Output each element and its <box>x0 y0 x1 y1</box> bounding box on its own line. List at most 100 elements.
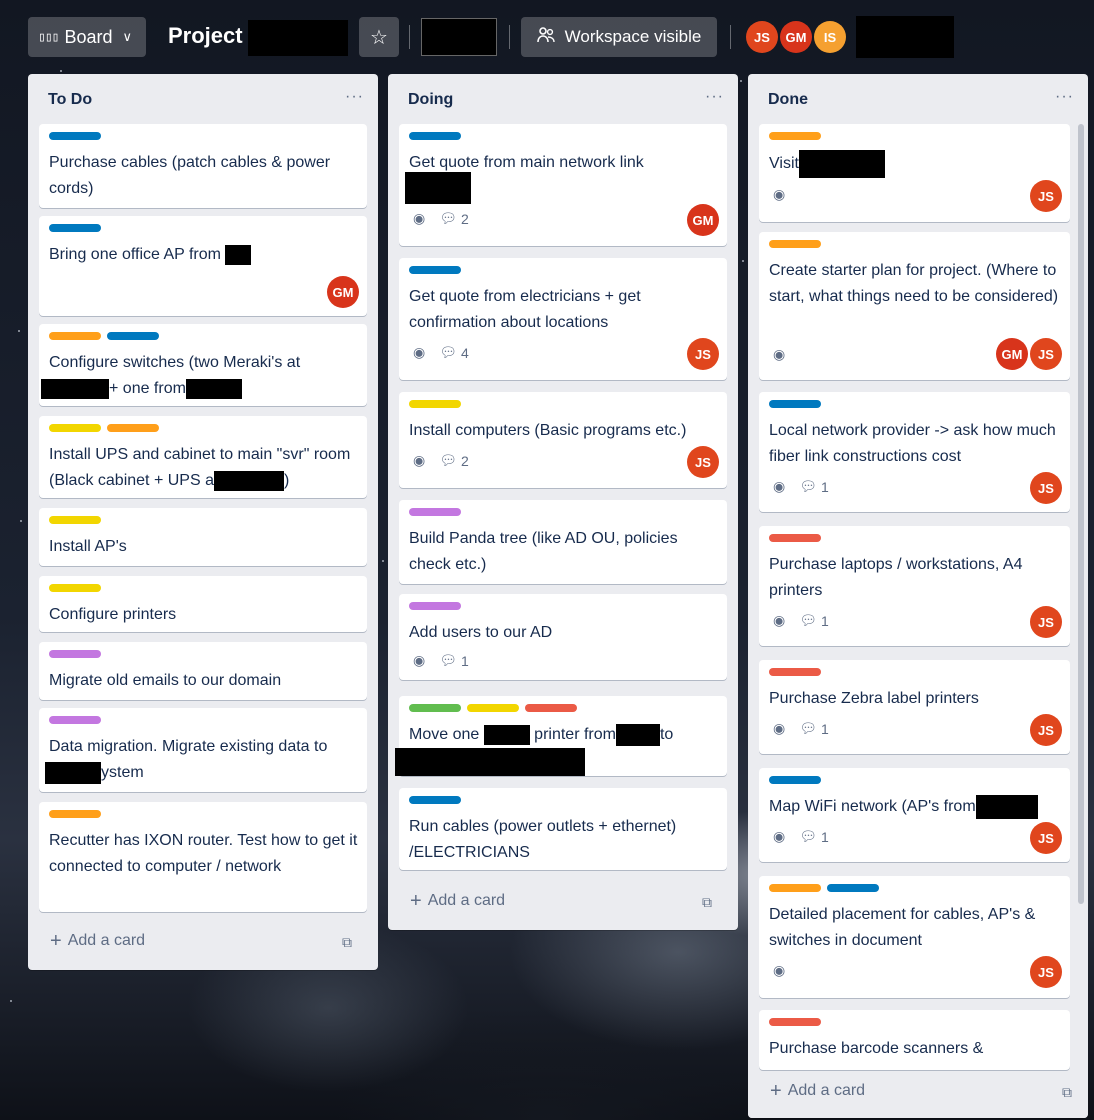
member-avatar-js[interactable]: JS <box>746 21 778 53</box>
label-yellow[interactable] <box>49 584 101 592</box>
card-template-icon[interactable]: ⧉ <box>1062 1084 1072 1101</box>
label-yellow[interactable] <box>49 516 101 524</box>
card-member-avatar[interactable]: JS <box>1030 714 1062 746</box>
label-green[interactable] <box>409 704 461 712</box>
card[interactable]: Migrate old emails to our domain <box>39 642 367 700</box>
label-orange[interactable] <box>769 132 821 140</box>
card[interactable]: Data migration. Migrate existing data to… <box>39 708 367 792</box>
card[interactable]: Install computers (Basic programs etc.) … <box>399 392 727 488</box>
card[interactable]: Map WiFi network (AP's from ◉ 💬︎ 1 JS <box>759 768 1070 862</box>
card[interactable]: Configure switches (two Meraki's at + one… <box>39 324 367 406</box>
label-purple[interactable] <box>49 650 101 658</box>
card[interactable]: Bring one office AP from GM <box>39 216 367 316</box>
card[interactable]: Detailed placement for cables, AP's & sw… <box>759 876 1070 998</box>
label-orange[interactable] <box>769 240 821 248</box>
plus-icon: + <box>770 1080 782 1102</box>
comment-badge: 💬︎ 1 <box>799 612 829 629</box>
card-member-avatar[interactable]: JS <box>1030 606 1062 638</box>
card-badges: ◉ 💬︎ 1 <box>773 720 829 737</box>
card-title-text: Install UPS and cabinet to main "svr" ro… <box>49 446 351 489</box>
add-card-button[interactable]: + Add a card <box>50 930 145 952</box>
add-card-button[interactable]: + Add a card <box>770 1080 865 1102</box>
card[interactable]: Purchase laptops / workstations, A4 prin… <box>759 526 1070 646</box>
label-purple[interactable] <box>409 508 461 516</box>
list-title[interactable]: To Do <box>48 91 92 109</box>
label-blue[interactable] <box>409 266 461 274</box>
card-member-avatar[interactable]: JS <box>1030 822 1062 854</box>
label-blue[interactable] <box>49 132 101 140</box>
card-badges: ◉ <box>773 962 785 979</box>
card-title-text: Configure switches (two Meraki's at <box>49 354 301 371</box>
comment-count: 2 <box>461 210 469 227</box>
card[interactable]: Visit ◉ JS <box>759 124 1070 222</box>
label-blue[interactable] <box>409 796 461 804</box>
watch-icon: ◉ <box>773 962 786 978</box>
star-board-button[interactable]: ☆ <box>359 17 399 57</box>
list-menu-icon[interactable]: ··· <box>345 88 364 106</box>
label-blue[interactable] <box>769 400 821 408</box>
card-member-avatar[interactable]: GM <box>687 204 719 236</box>
list-title[interactable]: Done <box>768 91 808 109</box>
workspace-visibility-button[interactable]: Workspace visible <box>521 17 717 57</box>
label-blue[interactable] <box>107 332 159 340</box>
card[interactable]: Get quote from electricians + get confir… <box>399 258 727 380</box>
label-yellow[interactable] <box>467 704 519 712</box>
list-menu-icon[interactable]: ··· <box>1055 88 1074 106</box>
card-member-avatar[interactable]: JS <box>1030 956 1062 988</box>
redacted-workspace-name[interactable] <box>421 18 497 56</box>
label-purple[interactable] <box>49 716 101 724</box>
label-orange[interactable] <box>769 884 821 892</box>
label-red[interactable] <box>769 534 821 542</box>
card-template-icon[interactable]: ⧉ <box>342 934 352 951</box>
card[interactable]: Move one printer from to <box>395 696 727 776</box>
label-purple[interactable] <box>409 602 461 610</box>
member-avatar-gm[interactable]: GM <box>780 21 812 53</box>
card[interactable]: Purchase Zebra label printers ◉ 💬︎ 1 JS <box>759 660 1070 754</box>
card[interactable]: Purchase barcode scanners & <box>759 1010 1070 1070</box>
card[interactable]: Get quote from main network link ◉ 💬︎ 2 G… <box>399 124 727 246</box>
label-blue[interactable] <box>409 132 461 140</box>
card[interactable]: Build Panda tree (like AD OU, policies c… <box>399 500 727 584</box>
list-menu-icon[interactable]: ··· <box>705 88 724 106</box>
label-blue[interactable] <box>769 776 821 784</box>
label-red[interactable] <box>769 668 821 676</box>
label-orange[interactable] <box>49 810 101 818</box>
board-view-switcher[interactable]: ▯▯▯ Board ∨ <box>28 17 146 57</box>
card-template-icon[interactable]: ⧉ <box>702 894 712 911</box>
workspace-visible-label: Workspace visible <box>564 27 702 46</box>
label-orange[interactable] <box>107 424 159 432</box>
label-yellow[interactable] <box>49 424 101 432</box>
card[interactable]: Configure printers <box>39 576 367 632</box>
card[interactable]: Local network provider -> ask how much f… <box>759 392 1070 512</box>
card[interactable]: Install UPS and cabinet to main "svr" ro… <box>39 416 367 498</box>
card-member-avatar[interactable]: JS <box>687 446 719 478</box>
list-header: To Do ··· <box>28 74 378 122</box>
redaction <box>798 150 885 178</box>
list-scrollbar[interactable] <box>1078 124 1084 904</box>
card[interactable]: Recutter has IXON router. Test how to ge… <box>39 802 367 912</box>
plus-icon: + <box>50 930 62 952</box>
add-card-button[interactable]: + Add a card <box>410 891 505 911</box>
card[interactable]: Purchase cables (patch cables & power co… <box>39 124 367 208</box>
card-member-avatar[interactable]: JS <box>687 338 719 370</box>
card[interactable]: Install AP's <box>39 508 367 566</box>
redaction <box>45 761 101 784</box>
board-title[interactable]: Project <box>168 23 243 49</box>
label-red[interactable] <box>525 704 577 712</box>
card-member-avatar[interactable]: GM <box>996 338 1028 370</box>
card-member-avatar[interactable]: JS <box>1030 338 1062 370</box>
label-orange[interactable] <box>49 332 101 340</box>
card[interactable]: Add users to our AD ◉ 💬︎ 1 <box>399 594 727 680</box>
card-member-avatar[interactable]: GM <box>327 276 359 308</box>
card[interactable]: Run cables (power outlets + ethernet) /E… <box>399 788 727 870</box>
card-member-avatar[interactable]: JS <box>1030 180 1062 212</box>
label-yellow[interactable] <box>409 400 461 408</box>
label-blue[interactable] <box>49 224 101 232</box>
list-title[interactable]: Doing <box>408 91 453 109</box>
label-blue[interactable] <box>827 884 879 892</box>
card-member-avatar[interactable]: JS <box>1030 472 1062 504</box>
label-red[interactable] <box>769 1018 821 1026</box>
member-avatar-is[interactable]: IS <box>814 21 846 53</box>
header-divider <box>509 25 510 49</box>
card[interactable]: Create starter plan for project. (Where … <box>759 232 1070 380</box>
